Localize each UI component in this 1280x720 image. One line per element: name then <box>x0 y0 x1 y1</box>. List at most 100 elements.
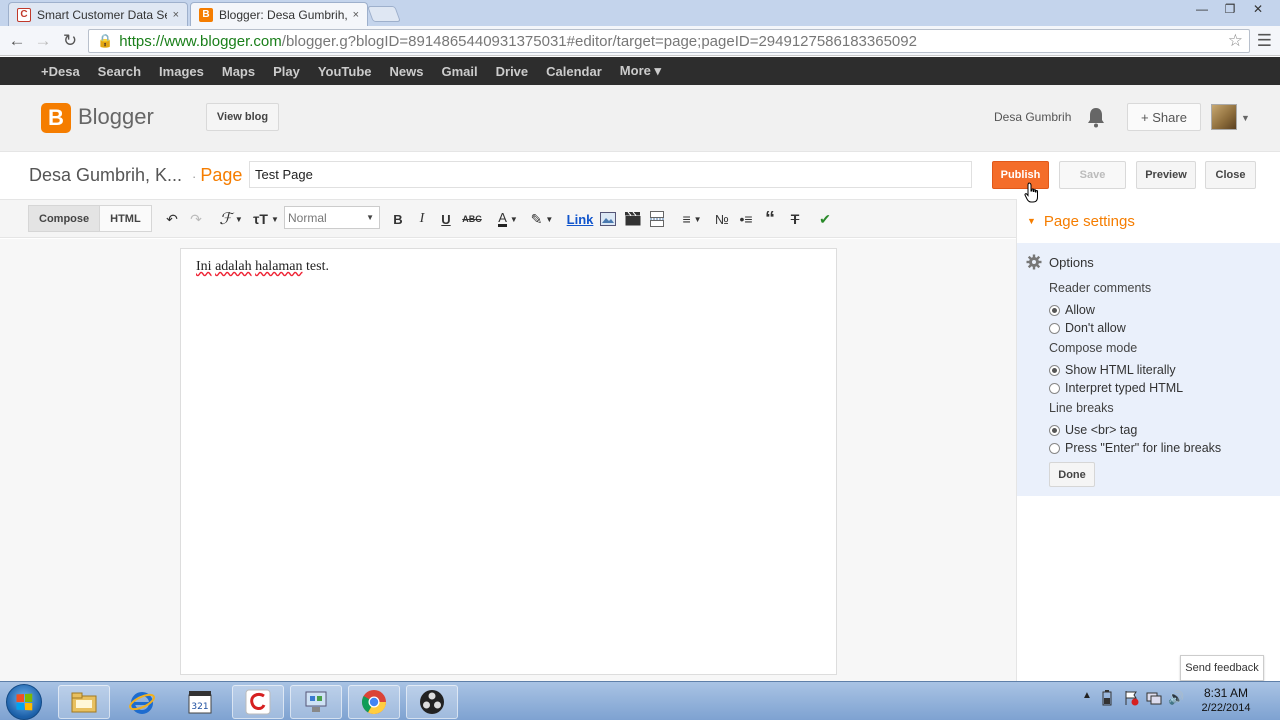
share-button[interactable]: + Share <box>1127 103 1201 131</box>
gbar-item-youtube[interactable]: YouTube <box>318 64 372 79</box>
compose-mode-button[interactable]: Compose <box>29 206 100 231</box>
radio-disallow-comments[interactable]: Don't allow <box>1049 321 1126 335</box>
page-settings-heading[interactable]: ▼ Page settings <box>1027 213 1135 230</box>
network-icon[interactable] <box>1146 690 1162 709</box>
tab-close-icon[interactable]: × <box>353 9 359 21</box>
radio-dot <box>1049 304 1060 316</box>
bullet-list-icon[interactable]: •≡ <box>737 209 755 229</box>
volume-icon[interactable]: 🔊 <box>1168 690 1184 706</box>
avatar[interactable] <box>1211 104 1237 130</box>
gbar-item-play[interactable]: Play <box>273 64 300 79</box>
insert-video-icon[interactable] <box>624 209 642 229</box>
browser-tabstrip: C Smart Customer Data Serv × B Blogger: … <box>0 0 1280 26</box>
font-size-icon[interactable]: τT ▼ <box>252 209 280 229</box>
radio-dot <box>1049 322 1060 334</box>
gbar-item-more[interactable]: More ▾ <box>620 63 661 79</box>
radio-use-br-tag[interactable]: Use <br> tag <box>1049 423 1137 437</box>
taskbar-media-player-icon[interactable]: 321 <box>174 685 226 719</box>
insert-image-icon[interactable] <box>599 209 617 229</box>
forward-arrow-icon[interactable]: → <box>32 30 54 52</box>
app-name[interactable]: Blogger <box>78 104 154 130</box>
insert-jump-break-icon[interactable] <box>648 209 666 229</box>
taskbar-internet-explorer-icon[interactable] <box>116 685 168 719</box>
tab-close-icon[interactable]: × <box>173 9 179 21</box>
gbar-item-images[interactable]: Images <box>159 64 204 79</box>
undo-icon[interactable]: ↶ <box>164 209 180 229</box>
italic-icon[interactable]: I <box>415 209 429 229</box>
send-feedback-button[interactable]: Send feedback <box>1180 655 1264 681</box>
bookmark-star-icon[interactable]: ☆ <box>1228 31 1243 51</box>
highlight-color-icon[interactable]: ✎ ▼ <box>528 209 556 229</box>
action-center-flag-icon[interactable] <box>1124 690 1140 709</box>
chevron-down-icon: ▼ <box>366 213 374 222</box>
page-title-input[interactable] <box>249 161 972 188</box>
address-bar[interactable]: 🔒 https://www.blogger.com/blogger.g?blog… <box>88 29 1250 53</box>
url-path: /blogger.g?blogID=8914865440931375031#ed… <box>281 32 917 50</box>
strikethrough-icon[interactable]: ABC <box>462 209 482 229</box>
radio-label: Press "Enter" for line breaks <box>1065 441 1222 455</box>
windows-start-button[interactable] <box>6 684 42 720</box>
battery-icon[interactable] <box>1102 690 1112 709</box>
gbar-item-maps[interactable]: Maps <box>222 64 255 79</box>
blog-title[interactable]: Desa Gumbrih, K... <box>29 165 182 186</box>
minimize-window-button[interactable]: — <box>1188 0 1216 18</box>
bold-icon[interactable]: B <box>391 209 405 229</box>
editor-word: adalah <box>215 259 252 274</box>
notifications-bell-icon[interactable] <box>1086 106 1106 128</box>
quote-icon[interactable]: “ <box>761 208 779 230</box>
gbar-item-search[interactable]: Search <box>98 64 141 79</box>
reload-icon[interactable]: ↻ <box>59 30 81 52</box>
radio-label: Don't allow <box>1065 321 1126 335</box>
gbar-item-calendar[interactable]: Calendar <box>546 64 602 79</box>
gbar-item-plus-desa[interactable]: +Desa <box>41 64 80 79</box>
publish-button[interactable]: Publish <box>992 161 1049 189</box>
radio-allow-comments[interactable]: Allow <box>1049 303 1095 317</box>
close-window-button[interactable]: ✕ <box>1244 0 1272 18</box>
spellcheck-icon[interactable]: ✔ <box>816 209 834 229</box>
avatar-chevron-down-icon[interactable]: ▼ <box>1241 113 1250 123</box>
align-icon[interactable]: ≡ ▼ <box>678 209 706 229</box>
clock-date: 2/22/2014 <box>1201 702 1251 714</box>
taskbar-smart-app-icon[interactable] <box>232 685 284 719</box>
html-mode-button[interactable]: HTML <box>99 206 151 231</box>
browser-menu-icon[interactable]: ☰ <box>1257 31 1272 51</box>
taskbar-explorer-icon[interactable] <box>58 685 110 719</box>
gbar-item-drive[interactable]: Drive <box>496 64 529 79</box>
underline-icon[interactable]: U <box>439 209 453 229</box>
save-button[interactable]: Save <box>1059 161 1126 189</box>
taskbar-control-panel-icon[interactable] <box>290 685 342 719</box>
close-button[interactable]: Close <box>1205 161 1256 189</box>
link-button[interactable]: Link <box>567 209 594 229</box>
lock-icon: 🔒 <box>97 33 114 48</box>
url-scheme: https:// <box>119 32 165 50</box>
new-tab-button[interactable] <box>367 6 401 22</box>
browser-tab-smart-customer[interactable]: C Smart Customer Data Serv × <box>8 2 188 26</box>
editor-title-row: Desa Gumbrih, K... ·Page Publish Save Pr… <box>0 153 1280 199</box>
tray-expand-icon[interactable]: ▲ <box>1082 690 1092 701</box>
radio-press-enter[interactable]: Press "Enter" for line breaks <box>1049 441 1221 455</box>
taskbar-obs-icon[interactable] <box>406 685 458 719</box>
restore-window-button[interactable]: ❐ <box>1216 0 1244 18</box>
gbar-item-news[interactable]: News <box>390 64 424 79</box>
page-settings-label: Page settings <box>1043 213 1135 230</box>
done-button[interactable]: Done <box>1049 462 1095 487</box>
blogger-logo-icon[interactable]: B <box>41 103 71 133</box>
redo-icon[interactable]: ↷ <box>188 209 204 229</box>
view-blog-button[interactable]: View blog <box>206 103 279 131</box>
radio-interpret-html[interactable]: Interpret typed HTML <box>1049 381 1183 395</box>
user-name[interactable]: Desa Gumbrih <box>994 110 1071 124</box>
post-body-editor[interactable]: Ini adalah halaman test. <box>180 248 837 675</box>
numbered-list-icon[interactable]: № <box>713 209 731 229</box>
post-body-text[interactable]: Ini adalah halaman test. <box>196 259 329 275</box>
radio-show-html-literally[interactable]: Show HTML literally <box>1049 363 1176 377</box>
system-clock[interactable]: 8:31 AM 2/22/2014 <box>1196 686 1256 714</box>
taskbar-chrome-icon[interactable] <box>348 685 400 719</box>
font-family-icon[interactable]: ℱ ▼ <box>217 209 245 229</box>
remove-formatting-icon[interactable]: T <box>786 209 804 229</box>
back-arrow-icon[interactable]: ← <box>6 30 28 52</box>
preview-button[interactable]: Preview <box>1136 161 1196 189</box>
text-color-icon[interactable]: A ▼ <box>494 209 522 229</box>
browser-tab-blogger[interactable]: B Blogger: Desa Gumbrih, K × <box>190 2 368 26</box>
format-select[interactable]: Normal ▼ <box>284 206 380 229</box>
gbar-item-gmail[interactable]: Gmail <box>442 64 478 79</box>
